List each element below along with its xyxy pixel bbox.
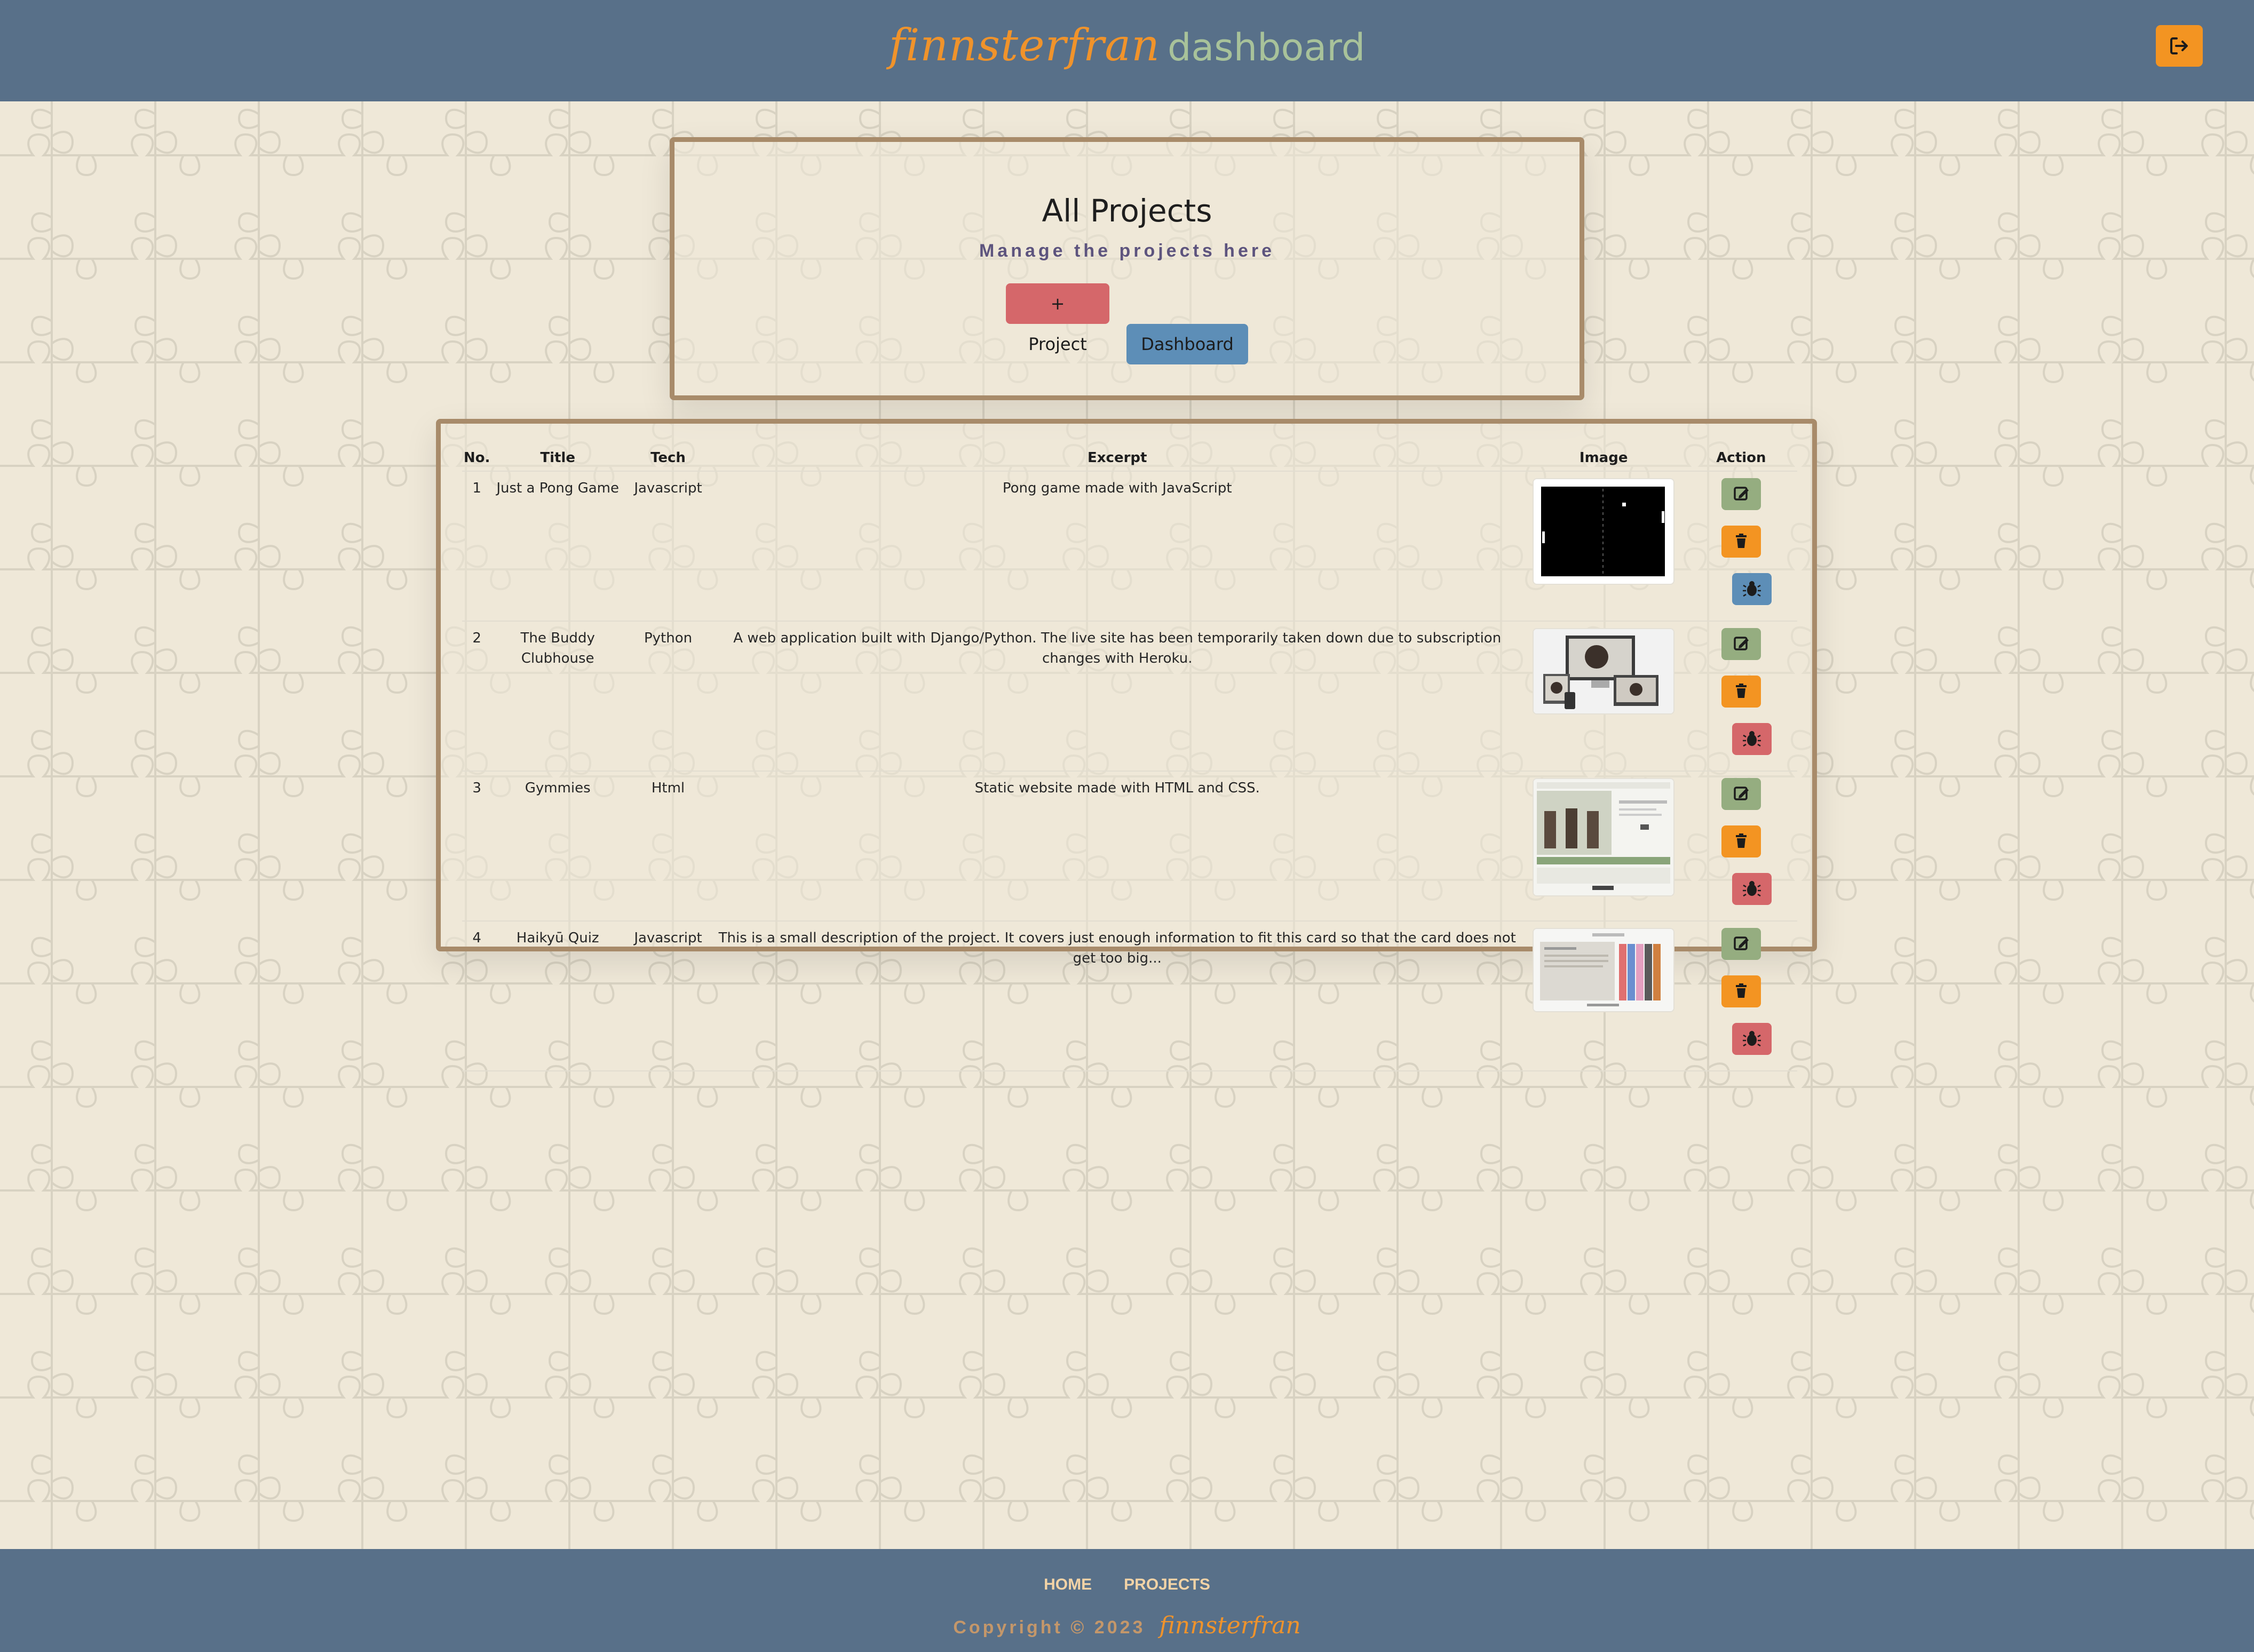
page-title: All Projects [1042, 193, 1212, 229]
col-header-tech: Tech [624, 445, 712, 472]
brand-logo[interactable]: finnsterfran dashboard [0, 20, 2254, 71]
gymmies-site [1534, 779, 1674, 895]
footer-link-home[interactable]: HOME [1044, 1576, 1092, 1594]
footer-link-projects[interactable]: PROJECTS [1124, 1576, 1210, 1594]
trash-icon [1735, 534, 1747, 548]
toggle-publish-button[interactable] [1732, 873, 1772, 905]
cell-excerpt: Static website made with HTML and CSS. [712, 771, 1522, 922]
cell-tech: Python [624, 621, 712, 772]
dashboard-button[interactable]: Dashboard [1126, 324, 1248, 364]
page-subtitle: Manage the projects here [979, 241, 1275, 261]
table-row: 3 Gymmies Html Static website made with … [462, 771, 1797, 922]
edit-button[interactable] [1721, 628, 1761, 660]
delete-button[interactable] [1721, 825, 1761, 857]
table-row: 4 Haikyū Quiz Javascript This is a small… [462, 921, 1797, 1071]
edit-icon [1734, 637, 1749, 650]
copyright: Copyright © 2023 finnsterfran [0, 1612, 2254, 1639]
cell-excerpt: Pong game made with JavaScript [712, 471, 1522, 622]
cell-tech: Javascript [624, 471, 712, 622]
col-header-action: Action [1685, 445, 1797, 472]
project-thumbnail-pong [1533, 478, 1675, 585]
toggle-publish-button[interactable] [1732, 573, 1772, 605]
projects-table-panel: No. Title Tech Excerpt Image Action 1 Ju… [436, 419, 1817, 1071]
row-actions [1696, 778, 1787, 920]
cell-title: Gymmies [491, 771, 624, 922]
trash-icon [1735, 684, 1747, 698]
cell-tech: Html [624, 771, 712, 922]
cell-no: 3 [462, 771, 492, 922]
toggle-publish-button[interactable] [1732, 1023, 1772, 1055]
col-header-excerpt: Excerpt [712, 445, 1522, 472]
cell-no: 2 [462, 621, 492, 772]
cell-image [1522, 921, 1685, 1071]
project-thumbnail-gymmies [1533, 778, 1675, 896]
cell-excerpt: This is a small description of the proje… [712, 921, 1522, 1071]
delete-button[interactable] [1721, 975, 1761, 1007]
table-row: 1 Just a Pong Game Javascript Pong game … [462, 471, 1797, 622]
logout-button[interactable] [2156, 25, 2203, 67]
cell-image [1522, 771, 1685, 922]
project-thumbnail-buddy-clubhouse [1533, 628, 1675, 714]
all-projects-header-panel: All Projects Manage the projects here + … [670, 137, 1584, 400]
edit-icon [1734, 936, 1749, 950]
project-thumbnail-haikyu-quiz [1533, 928, 1675, 1012]
trash-icon [1735, 983, 1747, 998]
brand-script-text: finnsterfran [888, 20, 1160, 71]
add-project-button[interactable]: + Project [1006, 283, 1109, 354]
table-header-row: No. Title Tech Excerpt Image Action [462, 445, 1797, 472]
cell-image [1522, 621, 1685, 772]
cell-excerpt: A web application built with Django/Pyth… [712, 621, 1522, 772]
trash-icon [1735, 833, 1747, 848]
haikyu-quiz-site [1534, 929, 1674, 1011]
col-header-no: No. [462, 445, 492, 472]
edit-button[interactable] [1721, 928, 1761, 960]
cell-no: 4 [462, 921, 492, 1071]
col-header-title: Title [491, 445, 624, 472]
cell-tech: Javascript [624, 921, 712, 1071]
row-actions [1696, 478, 1787, 621]
row-actions [1696, 928, 1787, 1070]
copyright-text: Copyright © 2023 [953, 1617, 1146, 1638]
cell-no: 1 [462, 471, 492, 622]
projects-table: No. Title Tech Excerpt Image Action 1 Ju… [462, 445, 1797, 1071]
cell-title: Haikyū Quiz [491, 921, 624, 1071]
cell-image [1522, 471, 1685, 622]
pong-screenshot [1541, 487, 1665, 576]
edit-icon [1734, 487, 1749, 501]
row-actions [1696, 628, 1787, 771]
col-header-image: Image [1522, 445, 1685, 472]
cell-title: The Buddy Clubhouse [491, 621, 624, 772]
hero-button-group: + Project Dashboard [674, 283, 1580, 364]
table-row: 2 The Buddy Clubhouse Python A web appli… [462, 621, 1797, 772]
edit-button[interactable] [1721, 478, 1761, 510]
footer-nav: HOME PROJECTS [0, 1576, 2254, 1594]
edit-icon [1734, 787, 1749, 800]
bug-icon [1742, 581, 1761, 597]
sign-out-icon [2170, 37, 2188, 54]
brand-dashboard-text: dashboard [1167, 26, 1366, 69]
top-navbar: finnsterfran dashboard [0, 0, 2254, 101]
toggle-publish-button[interactable] [1732, 723, 1772, 755]
delete-button[interactable] [1721, 676, 1761, 708]
site-footer: HOME PROJECTS Copyright © 2023 finnsterfra… [0, 1549, 2254, 1652]
buddy-clubhouse-devices [1534, 629, 1674, 713]
delete-button[interactable] [1721, 526, 1761, 558]
bug-icon [1742, 881, 1761, 897]
bug-icon [1742, 1031, 1761, 1047]
bug-icon [1742, 731, 1761, 747]
edit-button[interactable] [1721, 778, 1761, 810]
footer-brand-logo[interactable]: finnsterfran [1159, 1612, 1300, 1639]
cell-title: Just a Pong Game [491, 471, 624, 622]
